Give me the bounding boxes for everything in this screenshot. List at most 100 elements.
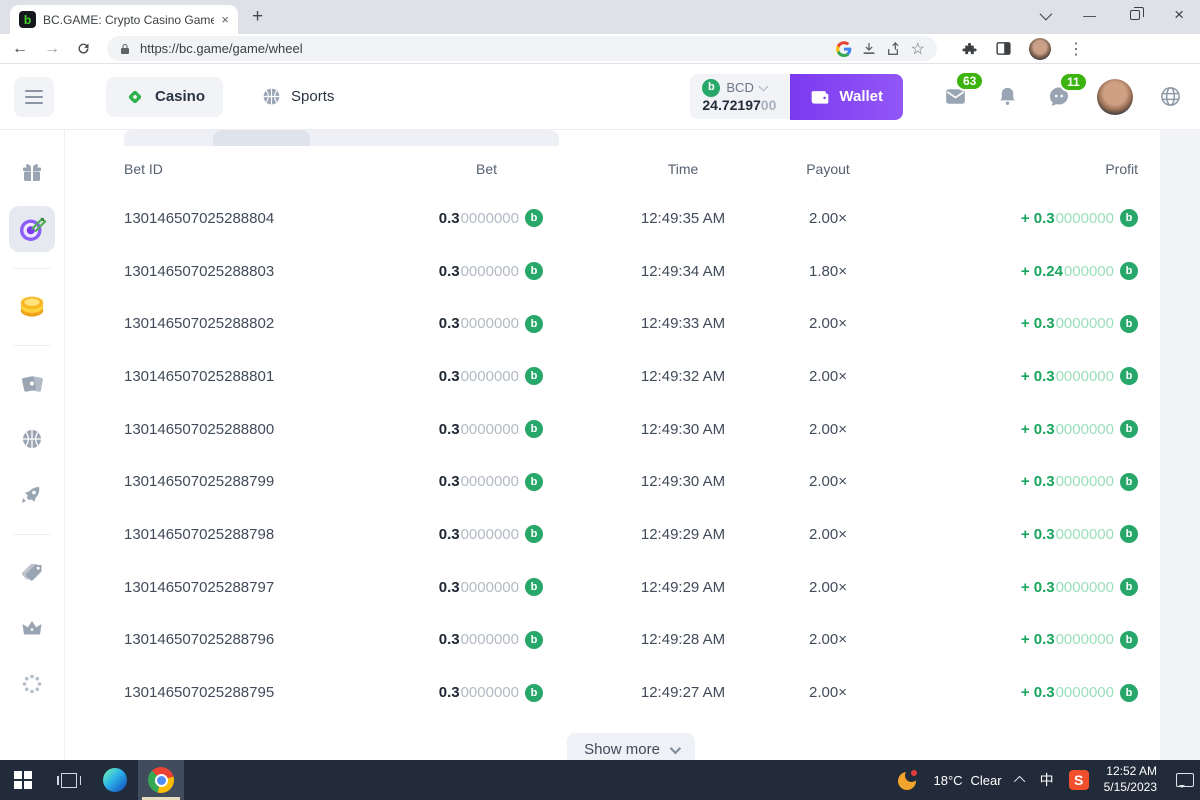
sidebar-item-rewards[interactable] <box>9 283 55 329</box>
bet-row[interactable]: 130146507025288804 0.30000000 12:49:35 A… <box>124 192 1138 245</box>
gift-icon <box>20 161 44 185</box>
bet-time: 12:49:34 AM <box>543 263 743 280</box>
bet-row[interactable]: 130146507025288797 0.30000000 12:49:29 A… <box>124 561 1138 614</box>
coins-bonus-icon <box>17 291 47 321</box>
inbox-button[interactable]: 63 <box>943 84 968 109</box>
windows-logo-icon <box>14 771 32 789</box>
bet-profit-faded: 0000000 <box>1056 526 1114 543</box>
bet-row[interactable]: 130146507025288796 0.30000000 12:49:28 A… <box>124 614 1138 667</box>
bet-profit: + 0.3 <box>1021 210 1055 227</box>
back-icon[interactable]: ← <box>12 40 28 58</box>
bcd-coin-icon <box>525 315 543 333</box>
bets-tab-active-segment[interactable] <box>213 130 310 146</box>
bets-tab-bar[interactable] <box>124 130 559 146</box>
bet-row[interactable]: 130146507025288798 0.30000000 12:49:29 A… <box>124 508 1138 561</box>
sidebar-item-vip[interactable] <box>9 605 55 651</box>
bet-amount-faded: 0000000 <box>461 579 519 596</box>
browser-tab[interactable]: b BC.GAME: Crypto Casino Games × <box>10 5 238 34</box>
bet-amount: 0.3 <box>439 315 460 332</box>
new-tab-button[interactable]: + <box>252 6 263 28</box>
bcd-coin-icon <box>1120 315 1138 333</box>
tab-casino[interactable]: Casino <box>106 77 223 117</box>
taskbar-overflow-chevron-icon[interactable] <box>1014 776 1025 787</box>
weather-condition: Clear <box>971 773 1002 788</box>
window-restore-button[interactable] <box>1130 10 1140 20</box>
bet-row[interactable]: 130146507025288795 0.30000000 12:49:27 A… <box>124 666 1138 719</box>
bet-row[interactable]: 130146507025288800 0.30000000 12:49:30 A… <box>124 403 1138 456</box>
bet-row[interactable]: 130146507025288803 0.30000000 12:49:34 A… <box>124 245 1138 298</box>
bet-payout: 1.80× <box>743 263 913 280</box>
window-close-button[interactable]: × <box>1174 5 1184 25</box>
bet-profit: + 0.3 <box>1021 684 1055 701</box>
window-minimize-button[interactable]: — <box>1083 8 1096 23</box>
forward-icon[interactable]: → <box>44 40 60 58</box>
bet-amount-faded: 0000000 <box>461 526 519 543</box>
bet-id: 130146507025288801 <box>124 368 360 385</box>
browser-profile-avatar[interactable] <box>1029 38 1051 60</box>
window-menu-chevron-icon[interactable] <box>1040 11 1049 20</box>
bet-id: 130146507025288799 <box>124 473 360 490</box>
bet-profit-faded: 0000000 <box>1056 473 1114 490</box>
col-payout: Payout <box>743 161 913 177</box>
sidebar-item-wheel-game[interactable] <box>9 206 55 252</box>
sidebar-item-bonus[interactable] <box>9 150 55 196</box>
page-right-gutter[interactable] <box>1160 130 1200 760</box>
bet-id: 130146507025288797 <box>124 579 360 596</box>
bet-row[interactable]: 130146507025288801 0.30000000 12:49:32 A… <box>124 350 1138 403</box>
side-panel-icon[interactable] <box>995 40 1012 57</box>
taskbar-clock[interactable]: 12:52 AM 5/15/2023 <box>1104 764 1157 795</box>
wallet-button[interactable]: Wallet <box>790 74 903 120</box>
bet-amount: 0.3 <box>439 368 460 385</box>
sidebar-item-promotions[interactable] <box>9 549 55 595</box>
ime-language-button[interactable]: 中 <box>1040 770 1054 790</box>
bet-amount-faded: 0000000 <box>461 315 519 332</box>
download-icon[interactable] <box>861 41 877 57</box>
browser-tab-strip: b BC.GAME: Crypto Casino Games × + — × <box>0 0 1200 34</box>
start-button[interactable] <box>0 760 46 800</box>
sidebar-item-community[interactable] <box>9 661 55 707</box>
tab-title: BC.GAME: Crypto Casino Games <box>43 13 214 27</box>
casino-label: Casino <box>155 88 205 105</box>
google-icon[interactable] <box>836 41 852 57</box>
notifications-button[interactable] <box>996 85 1019 108</box>
chevron-down-icon <box>670 743 681 754</box>
tab-close-icon[interactable]: × <box>221 12 229 27</box>
weather-moon-icon[interactable] <box>898 770 918 790</box>
weather-widget[interactable]: 18°C Clear <box>933 773 1001 788</box>
bet-row[interactable]: 130146507025288802 0.30000000 12:49:33 A… <box>124 297 1138 350</box>
reload-icon[interactable] <box>76 41 91 56</box>
bet-payout: 2.00× <box>743 579 913 596</box>
browser-menu-icon[interactable]: ⋮ <box>1068 39 1084 59</box>
balance-selector[interactable]: BCD 24.7219700 <box>690 74 790 120</box>
basketball-icon <box>261 86 282 107</box>
share-icon[interactable] <box>886 41 902 57</box>
user-avatar[interactable] <box>1097 79 1133 115</box>
edge-icon <box>103 768 127 792</box>
menu-hamburger-button[interactable] <box>14 77 54 117</box>
sidebar-item-casino[interactable] <box>9 360 55 406</box>
language-button[interactable] <box>1159 85 1182 108</box>
address-bar[interactable]: https://bc.game/game/wheel ☆ <box>107 36 937 61</box>
action-center-icon[interactable] <box>1176 773 1194 787</box>
bet-time: 12:49:27 AM <box>543 684 743 701</box>
bookmark-star-icon[interactable]: ☆ <box>911 39 925 59</box>
inbox-badge: 63 <box>955 71 984 91</box>
bcd-coin-icon <box>525 578 543 596</box>
sidebar-item-sports[interactable] <box>9 416 55 462</box>
site-header: Casino Sports BCD 24.7219700 Wallet 63 1… <box>0 64 1200 130</box>
bcd-coin-icon <box>525 420 543 438</box>
sogou-input-icon[interactable]: S <box>1069 770 1089 790</box>
edge-taskbar-button[interactable] <box>92 760 138 800</box>
bet-id: 130146507025288803 <box>124 263 360 280</box>
extensions-puzzle-icon[interactable] <box>961 40 978 57</box>
window-controls: — × <box>1040 0 1184 30</box>
bet-row[interactable]: 130146507025288799 0.30000000 12:49:30 A… <box>124 455 1138 508</box>
chat-button[interactable]: 11 <box>1047 85 1071 109</box>
bcd-coin-icon <box>1120 209 1138 227</box>
chrome-taskbar-button[interactable] <box>138 760 184 800</box>
sidebar-item-racing[interactable] <box>9 472 55 518</box>
community-icon <box>20 672 44 696</box>
tab-sports[interactable]: Sports <box>243 77 352 117</box>
task-view-button[interactable] <box>46 760 92 800</box>
wallet-label: Wallet <box>839 88 883 105</box>
